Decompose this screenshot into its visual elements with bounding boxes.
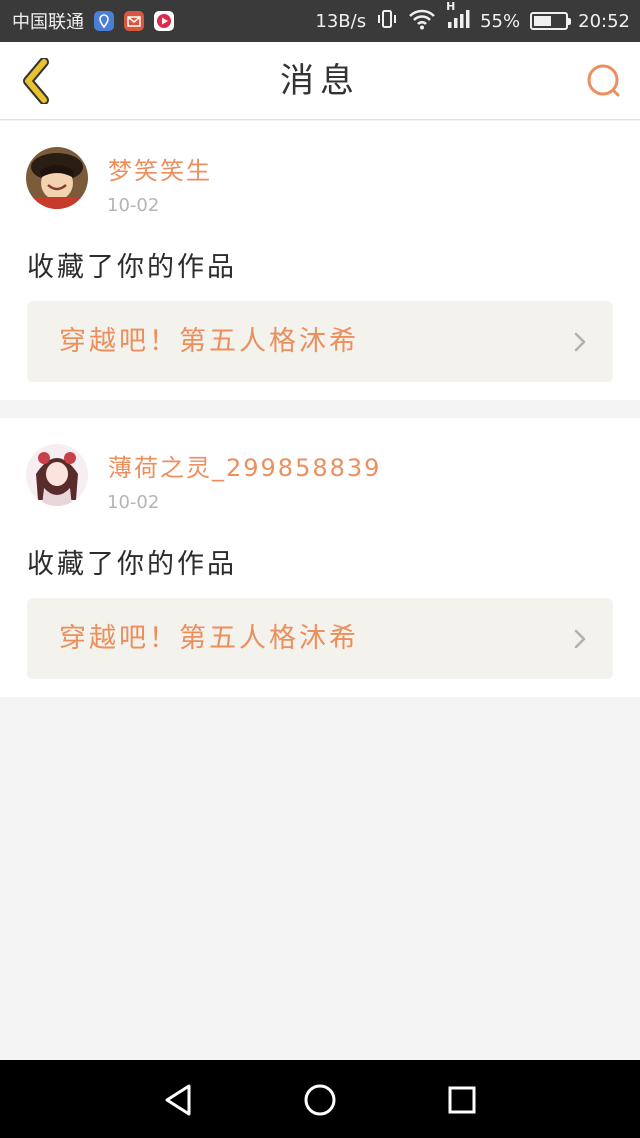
message-date: 10-02 [107,492,160,513]
battery-fill [534,16,551,26]
map-app-icon [94,11,114,31]
carrier-label: 中国联通 [12,12,84,33]
network-speed: 13B/s [315,10,367,32]
nav-bar: 消息 [0,42,640,120]
work-link[interactable]: 穿越吧！第五人格沐希 [27,598,613,679]
work-title: 穿越吧！第五人格沐希 [59,623,359,654]
username[interactable]: 薄荷之灵_299858839 [108,448,381,483]
chevron-right-icon [574,629,586,649]
action-text: 收藏了你的作品 [27,252,237,283]
search-button[interactable] [584,61,624,101]
avatar[interactable] [26,444,88,506]
avatar[interactable] [26,147,88,209]
network-type-label: H [446,0,456,13]
action-text: 收藏了你的作品 [27,549,237,580]
page-title: 消息 [280,61,360,101]
wifi-icon [408,8,436,35]
message-card: 梦笑笑生 10-02 收藏了你的作品 穿越吧！第五人格沐希 [0,121,640,400]
triangle-back-icon [165,1084,191,1116]
message-date: 10-02 [107,195,160,216]
search-icon [587,64,620,97]
work-link[interactable]: 穿越吧！第五人格沐希 [27,301,613,382]
mail-app-icon [124,11,144,31]
battery-icon [530,12,572,30]
message-list: 梦笑笑生 10-02 收藏了你的作品 穿越吧！第五人格沐希 薄荷之灵_29985… [0,121,640,715]
work-title: 穿越吧！第五人格沐希 [59,326,359,357]
system-recents-button[interactable] [442,1080,482,1120]
chevron-right-icon [574,332,586,352]
signal-icon: H [446,0,470,35]
circle-home-icon [304,1084,336,1116]
clock: 20:52 [578,10,630,32]
username[interactable]: 梦笑笑生 [108,151,212,186]
vibrate-icon [376,8,398,35]
system-home-button[interactable] [300,1080,340,1120]
status-bar: 中国联通 13B/s H 55% 20:52 [0,0,640,42]
battery-percent: 55% [480,10,521,32]
video-app-icon [154,11,174,31]
square-recents-icon [448,1086,476,1114]
system-back-button[interactable] [158,1080,198,1120]
message-card: 薄荷之灵_299858839 10-02 收藏了你的作品 穿越吧！第五人格沐希 [0,418,640,697]
system-nav-bar [0,1060,640,1138]
